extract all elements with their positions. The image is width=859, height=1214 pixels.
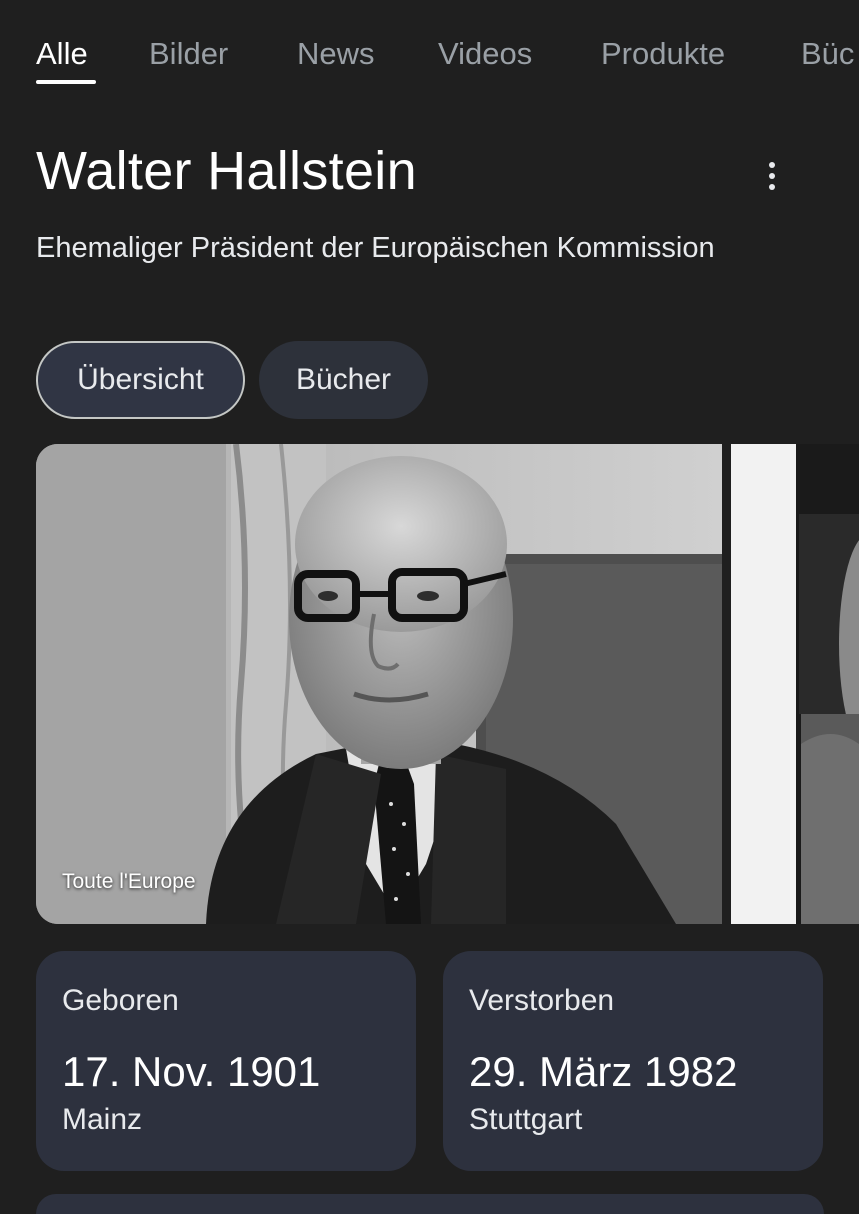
fact-card-born[interactable]: Geboren 17. Nov. 1901 Mainz [36, 951, 416, 1171]
fact-label: Verstorben [469, 984, 615, 1017]
fact-label: Geboren [62, 984, 179, 1017]
entity-subtitle: Ehemaliger Präsident der Europäischen Ko… [36, 232, 715, 264]
entity-title: Walter Hallstein [36, 141, 417, 201]
portrait-image[interactable]: Toute l'Europe [36, 444, 722, 924]
tab-produkte[interactable]: Produkte [601, 36, 725, 72]
tab-buecher[interactable]: Büc [801, 36, 854, 72]
tab-bilder[interactable]: Bilder [149, 36, 228, 72]
image-source-caption: Toute l'Europe [62, 870, 196, 893]
tab-news[interactable]: News [297, 36, 375, 72]
next-card-edge [36, 1194, 824, 1214]
search-tabs: Alle Bilder News Videos Produkte Büc [0, 0, 859, 100]
tab-videos[interactable]: Videos [438, 36, 532, 72]
chip-uebersicht[interactable]: Übersicht [36, 341, 245, 419]
active-tab-indicator [36, 80, 96, 84]
fact-card-died[interactable]: Verstorben 29. März 1982 Stuttgart [443, 951, 823, 1171]
tab-alle[interactable]: Alle [36, 36, 88, 72]
fact-date: 17. Nov. 1901 [62, 1048, 321, 1095]
fact-place: Mainz [62, 1103, 143, 1136]
fact-place: Stuttgart [469, 1103, 583, 1136]
second-photo [731, 444, 859, 924]
second-image[interactable] [731, 444, 859, 924]
portrait-photo [36, 444, 722, 924]
fact-date: 29. März 1982 [469, 1048, 738, 1095]
more-vert-icon[interactable] [752, 154, 792, 198]
chip-buecher[interactable]: Bücher [259, 341, 428, 419]
